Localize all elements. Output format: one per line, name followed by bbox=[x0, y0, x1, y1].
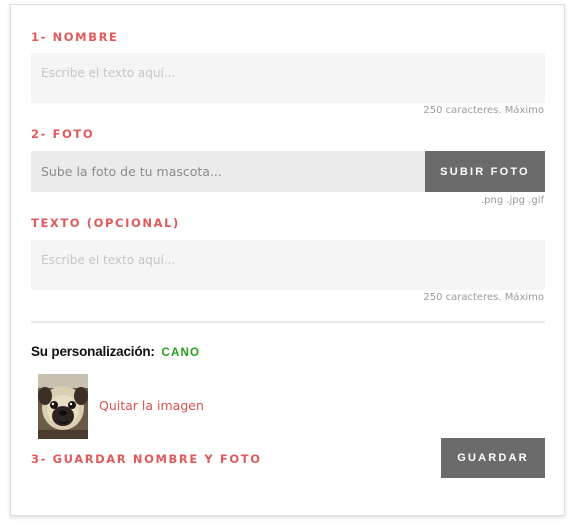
text-section-label: TEXTO (OPCIONAL) bbox=[31, 216, 180, 230]
personalization-value: CANO bbox=[161, 347, 201, 359]
photo-formats-hint: .png .jpg .gif bbox=[480, 195, 544, 206]
remove-image-link[interactable]: Quitar la imagen bbox=[99, 398, 204, 413]
photo-section-label: 2- FOTO bbox=[31, 127, 95, 141]
upload-photo-button[interactable]: SUBIR FOTO bbox=[425, 151, 545, 192]
name-input[interactable] bbox=[31, 53, 545, 103]
name-char-limit-hint: 250 caracteres. Máximo bbox=[423, 105, 544, 116]
personalization-label: Su personalización: bbox=[31, 344, 155, 359]
personalization-summary: Su personalización: CANO bbox=[31, 344, 200, 359]
name-section-label: 1- NOMBRE bbox=[31, 30, 119, 44]
section-divider bbox=[31, 321, 545, 323]
optional-text-input[interactable] bbox=[31, 240, 545, 290]
customization-form: 1- NOMBRE 250 caracteres. Máximo 2- FOTO… bbox=[10, 4, 565, 516]
pug-photo-icon bbox=[38, 374, 88, 439]
text-char-limit-hint: 250 caracteres. Máximo bbox=[423, 292, 544, 303]
save-section-label: 3- GUARDAR NOMBRE Y FOTO bbox=[31, 452, 262, 466]
photo-path-input[interactable] bbox=[31, 151, 425, 192]
save-button[interactable]: GUARDAR bbox=[441, 438, 545, 478]
